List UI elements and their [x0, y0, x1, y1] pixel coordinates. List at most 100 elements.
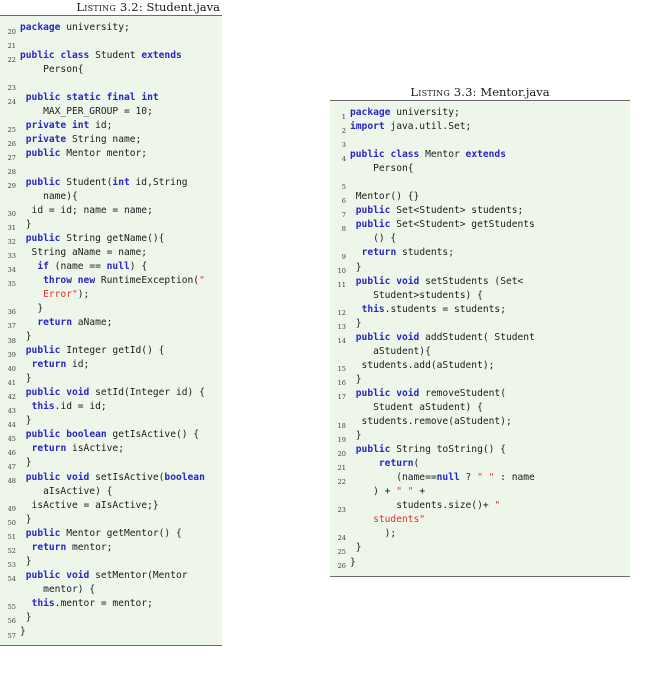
code-token: public — [25, 176, 61, 188]
code-line: 25 } — [330, 541, 630, 556]
code-text: } — [20, 372, 222, 386]
code-text: Mentor() {} — [350, 190, 630, 204]
code-line: 11 public void setStudents (Set< — [330, 275, 630, 290]
code-token: : name — [494, 472, 535, 484]
code-token: students.size()+ — [350, 500, 495, 512]
line-number: 44 — [7, 420, 16, 429]
code-token: Set<Student> students; — [390, 205, 524, 217]
code-token: int — [112, 176, 130, 188]
code-text: Person{ — [20, 63, 222, 77]
code-token: Person{ — [20, 64, 84, 76]
line-number: 1 — [341, 112, 346, 121]
code-line: 42 public void setId(Integer id) { — [0, 386, 222, 401]
code-line: 23 students.size()+ " — [330, 499, 630, 514]
code-token: Error" — [20, 288, 78, 300]
code-line: 57} — [0, 625, 222, 640]
code-line: 4 public class Mentor extends — [330, 148, 630, 163]
listing-caption-mentor-java: Listing 3.3: Mentor.java — [330, 85, 630, 100]
code-line: 32 public String getName(){ — [0, 232, 222, 247]
code-token: Student>students) { — [350, 289, 483, 301]
code-token: package — [20, 22, 61, 33]
code-token: Student( — [60, 176, 113, 188]
code-line: 47 } — [0, 456, 222, 471]
line-number: 10 — [337, 267, 346, 276]
code-token: null — [106, 260, 130, 272]
code-text: public String getName(){ — [20, 232, 222, 246]
code-text: return mentor; — [20, 541, 222, 555]
code-token: MAX_PER_GROUP = 10; — [20, 106, 153, 118]
code-token: " — [494, 500, 501, 512]
code-line: aIsActive) { — [0, 485, 222, 499]
code-token: void — [66, 387, 90, 399]
line-number: 56 — [7, 617, 16, 626]
line-number: 14 — [337, 337, 346, 346]
code-token: public — [25, 527, 61, 539]
code-token: ) { — [129, 260, 148, 272]
line-number: 26 — [7, 139, 16, 148]
code-text: aIsActive) { — [20, 485, 222, 499]
line-number: 21 — [7, 41, 16, 50]
code-token: } — [350, 542, 362, 554]
code-line: 20 public String toString() { — [330, 443, 630, 458]
line-number: 57 — [7, 631, 16, 640]
code-text: (name==null ? " " : name — [350, 471, 630, 485]
code-token: id = id; name = name; — [20, 204, 153, 216]
code-line: 28 — [0, 161, 222, 176]
code-token: Mentor — [419, 149, 466, 161]
code-token: .mentor = mentor; — [54, 597, 153, 609]
code-token: String getName(){ — [60, 232, 165, 244]
code-text: public Integer getId() { — [20, 344, 222, 358]
code-line: 3 — [330, 134, 630, 149]
code-token: Mentor() {} — [350, 191, 420, 203]
code-token: students.remove(aStudent); — [350, 416, 512, 428]
code-token: public — [20, 50, 55, 62]
code-line: 6 Mentor() {} — [330, 190, 630, 205]
line-number: 13 — [337, 323, 346, 332]
code-text: } — [350, 556, 630, 570]
line-number: 3 — [341, 140, 346, 149]
code-listing-student-java: Listing 3.2: Student.java 20 package univ… — [0, 0, 222, 647]
line-number: 43 — [7, 406, 16, 415]
code-line: 18 students.remove(aStudent); — [330, 415, 630, 430]
code-token: + — [413, 486, 426, 498]
listing-caption-title: Student.java — [146, 0, 220, 14]
code-token: public — [25, 429, 61, 441]
code-line: 51 public Mentor getMentor() { — [0, 527, 222, 542]
code-token: " " — [477, 472, 495, 484]
code-line: 44 } — [0, 414, 222, 429]
line-number: 26 — [337, 562, 346, 570]
code-token: if — [37, 260, 49, 272]
code-token: aName; — [71, 316, 113, 328]
line-number: 30 — [7, 210, 16, 219]
line-number: 55 — [7, 603, 16, 612]
line-number: 52 — [7, 547, 16, 556]
line-number: 41 — [7, 378, 16, 387]
code-text: public Mentor getMentor() { — [20, 527, 222, 541]
code-token: mentor; — [66, 541, 113, 553]
code-text: return( — [350, 457, 630, 471]
code-line: 19 } — [330, 429, 630, 444]
line-number: 24 — [7, 97, 16, 106]
code-line: 50 } — [0, 513, 222, 528]
code-text: public Set<Student> getStudents — [350, 218, 630, 232]
code-token: ? — [459, 472, 478, 484]
code-line: 21 — [0, 35, 222, 50]
code-text: students.size()+ " — [350, 499, 630, 513]
code-line: 49 isActive = aIsActive;} — [0, 499, 222, 514]
code-line: 8 public Set<Student> getStudents — [330, 218, 630, 233]
code-line: 5 — [330, 176, 630, 191]
code-token: .id = id; — [54, 401, 107, 413]
listing-caption-student-java: Listing 3.2: Student.java — [0, 0, 222, 15]
code-token: students; — [396, 247, 454, 259]
code-token: extends — [465, 149, 506, 161]
code-token: public — [25, 232, 61, 244]
line-number: 2 — [341, 126, 346, 135]
line-number: 25 — [7, 125, 16, 134]
code-text: package university; — [20, 21, 222, 35]
code-text: throw new RuntimeException(" — [20, 274, 222, 288]
code-text: public void setStudents (Set< — [350, 275, 630, 289]
